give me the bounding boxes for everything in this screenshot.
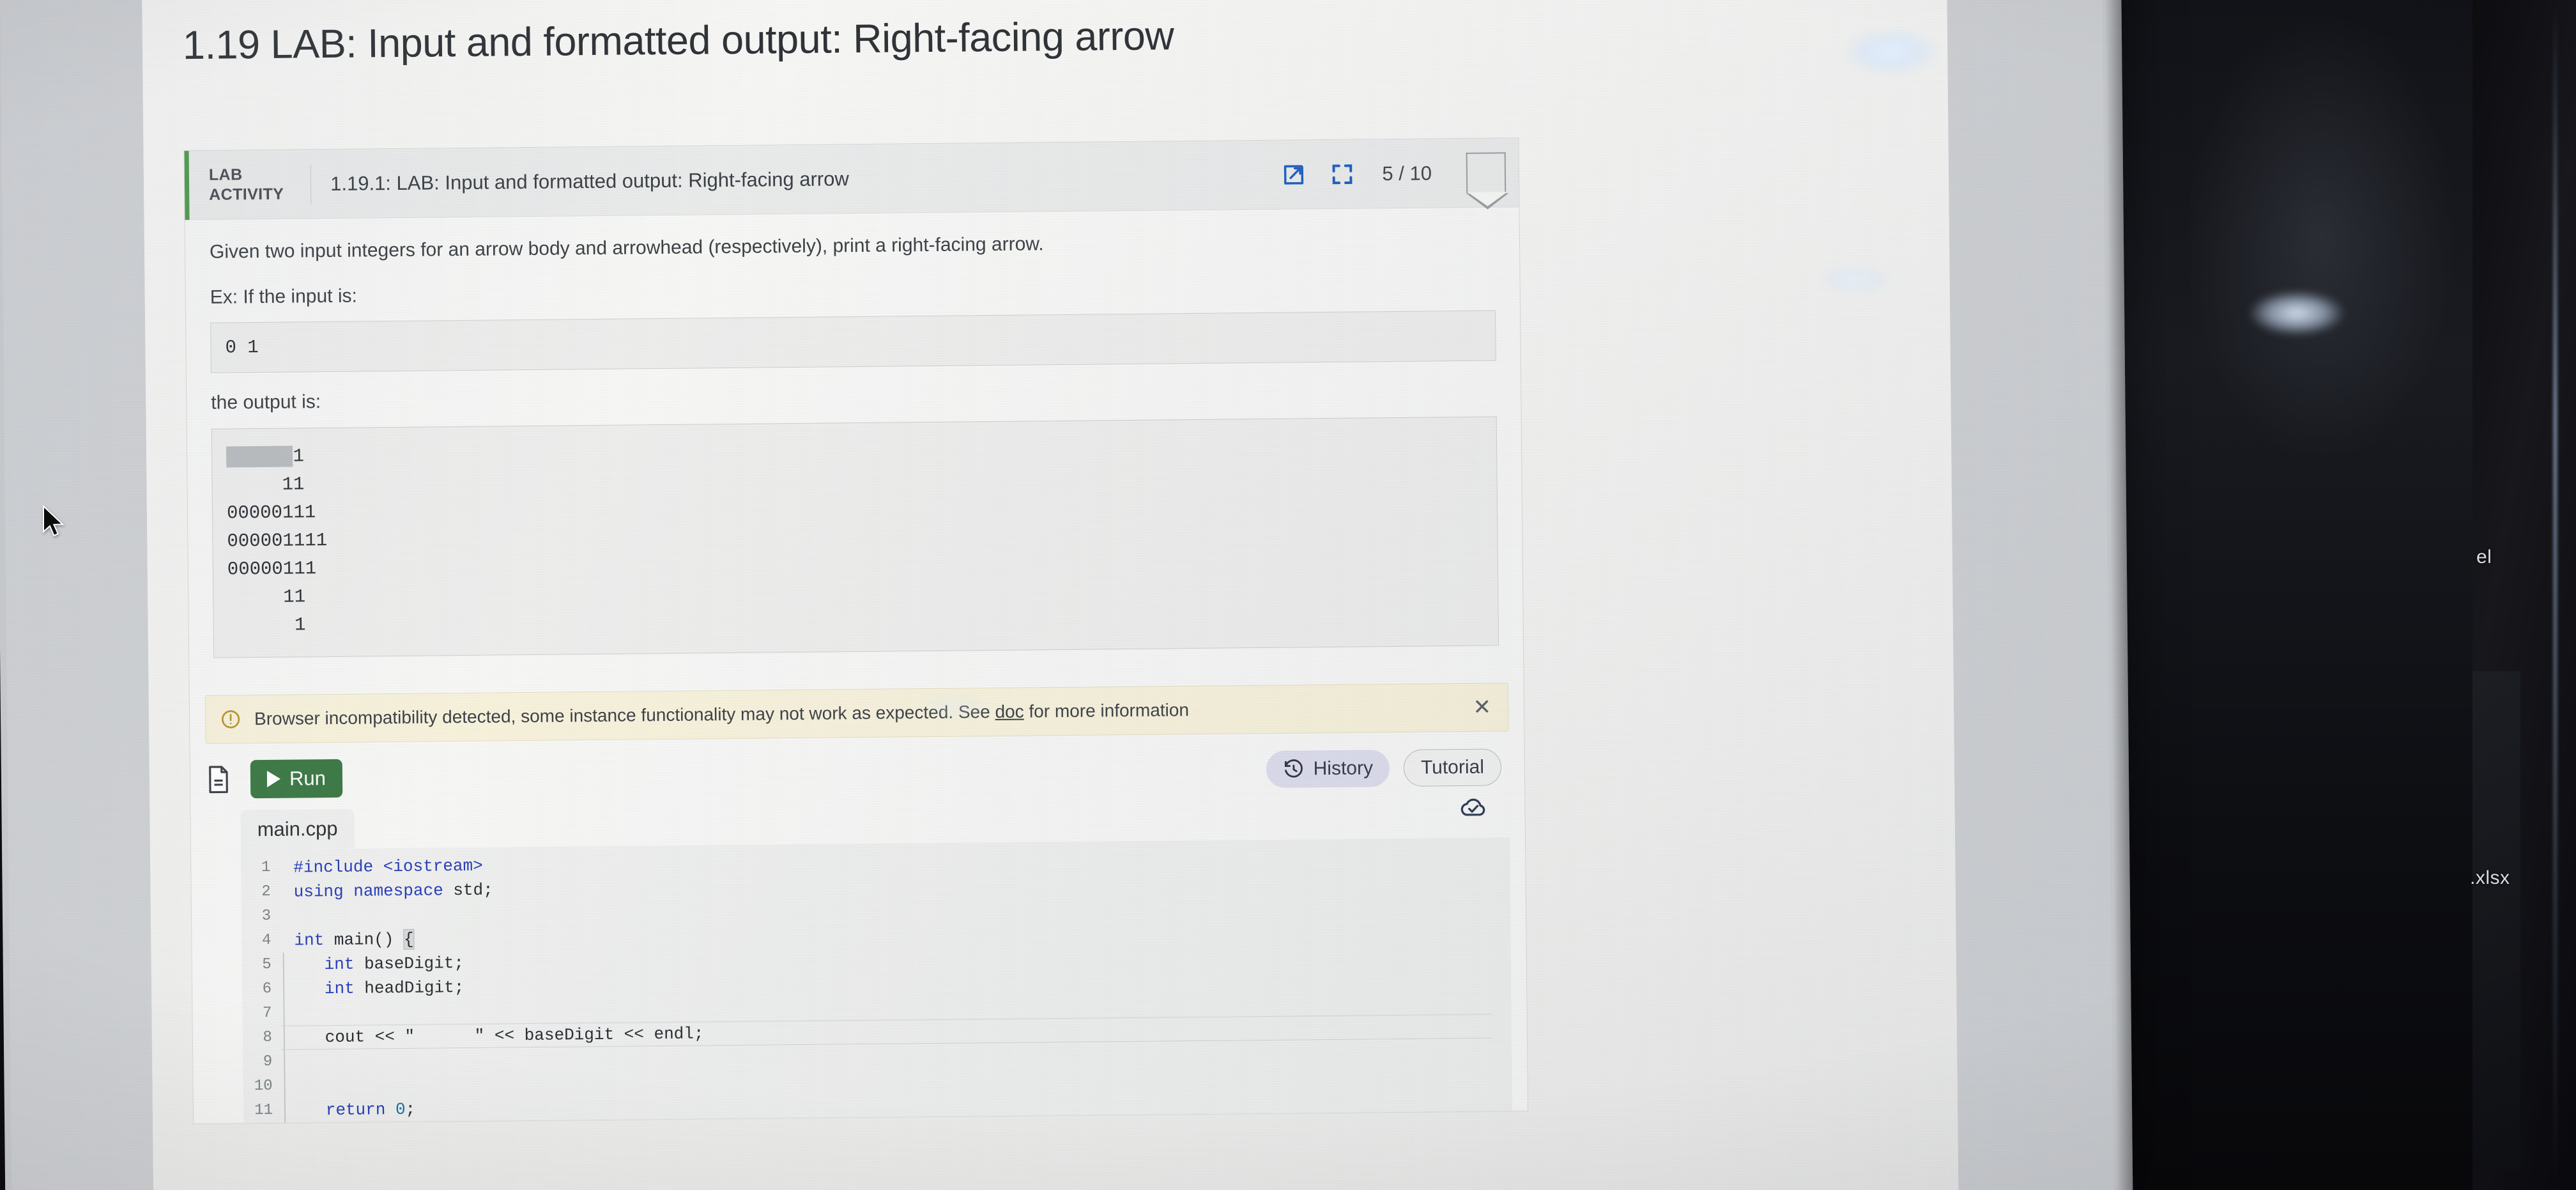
example-input-label: Ex: If the input is:	[210, 285, 358, 308]
browser-viewport: 1.19 LAB: Input and formatted output: Ri…	[0, 0, 2114, 1190]
secondary-monitor-text-2: .xlsx	[2470, 867, 2510, 888]
ide-toolbar-right: History Tutorial	[1266, 748, 1502, 788]
lab-activity-badge: LAB ACTIVITY	[208, 166, 284, 204]
tab-main-cpp[interactable]: main.cpp	[240, 808, 355, 849]
line-number: 7	[262, 1004, 272, 1023]
line-number: 4	[261, 931, 272, 950]
play-icon	[266, 770, 281, 787]
indent-guide	[283, 1001, 285, 1026]
lab-activity-card: LAB ACTIVITY 1.19.1: LAB: Input and form…	[183, 137, 1529, 1124]
secondary-monitor-glare	[2553, 0, 2557, 1190]
page-title: 1.19 LAB: Input and formatted output: Ri…	[182, 13, 1174, 68]
tutorial-button[interactable]: Tutorial	[1403, 748, 1502, 787]
line-number: 5	[262, 955, 272, 974]
lab-content: 1.19 LAB: Input and formatted output: Ri…	[142, 0, 1958, 1190]
warning-message: Browser incompatibility detected, some i…	[254, 700, 1189, 729]
example-output-label: the output is:	[211, 391, 321, 414]
line-number: 3	[261, 907, 272, 925]
warning-text-before: Browser incompatibility detected, some i…	[254, 701, 995, 729]
fullscreen-icon[interactable]	[1330, 162, 1355, 187]
activity-status-bar	[184, 151, 190, 220]
close-icon[interactable]: ✕	[1473, 695, 1491, 719]
output-first-char: 1	[293, 445, 305, 467]
external-link-icon[interactable]	[1281, 162, 1307, 187]
output-selection-highlight	[226, 445, 293, 468]
example-output-box: 1 11 00000111 000001111 00000111 11 1	[211, 416, 1499, 658]
code-text: int baseDigit;	[324, 953, 464, 974]
history-label: History	[1313, 757, 1374, 779]
run-button[interactable]: Run	[250, 759, 343, 798]
run-button-label: Run	[289, 766, 326, 790]
cloud-check-icon	[1458, 794, 1489, 823]
clock-rewind-icon	[1284, 759, 1303, 778]
indent-guide	[284, 1049, 286, 1074]
document-icon[interactable]	[206, 764, 231, 794]
code-text: #include <iostream>	[293, 856, 483, 877]
photo-scene: el .xlsx 1.19 LAB: Input and formatted o…	[0, 0, 2576, 1190]
progress-counter: 5 / 10	[1382, 162, 1432, 185]
doc-link[interactable]: doc	[995, 701, 1023, 721]
content-page: 1.19 LAB: Input and formatted output: Ri…	[142, 0, 1959, 1190]
example-input-box: 0 1	[210, 310, 1496, 374]
line-number: 6	[262, 980, 272, 998]
background-dark-gradient	[2088, 0, 2478, 1190]
line-number: 10	[254, 1077, 273, 1095]
alert-circle-icon	[221, 709, 240, 729]
output-remaining-lines: 11 00000111 000001111 00000111 11 1	[226, 445, 328, 637]
indent-guide	[282, 904, 284, 928]
code-text: int headDigit;	[324, 977, 464, 998]
pentagon-badge-icon	[1466, 152, 1506, 194]
code-text: return 0;	[325, 1099, 416, 1120]
header-divider	[310, 164, 312, 204]
line-number: 9	[263, 1053, 273, 1071]
line-number: 2	[261, 883, 271, 901]
indent-guide	[284, 1074, 286, 1099]
mouse-cursor	[43, 505, 65, 537]
line-number: 1	[261, 858, 271, 877]
line-number: 11	[254, 1101, 273, 1120]
activity-title: 1.19.1: LAB: Input and formatted output:…	[330, 167, 849, 195]
lab-description: Given two input integers for an arrow bo…	[209, 233, 1044, 263]
code-text: using namespace std;	[293, 880, 493, 902]
secondary-monitor-panel	[2472, 671, 2520, 1170]
history-button[interactable]: History	[1266, 749, 1390, 788]
tutorial-label: Tutorial	[1420, 756, 1485, 778]
warning-text-after: for more information	[1023, 699, 1190, 722]
activity-header-actions: 5 / 10	[1281, 138, 1506, 209]
code-editor[interactable]: 1 #include <iostream> 2 using namespace std…	[241, 837, 1513, 1123]
primary-monitor: 1.19 LAB: Input and formatted output: Ri…	[0, 0, 2133, 1190]
activity-header: LAB ACTIVITY 1.19.1: LAB: Input and form…	[184, 138, 1519, 220]
line-number: 8	[263, 1028, 273, 1047]
activity-body: Given two input integers for an arrow bo…	[185, 207, 1524, 695]
secondary-monitor-text-1: el	[2476, 546, 2492, 568]
code-text: int main() {	[294, 929, 415, 950]
code-text: cout << " " << baseDigit << endl;	[295, 1023, 704, 1047]
